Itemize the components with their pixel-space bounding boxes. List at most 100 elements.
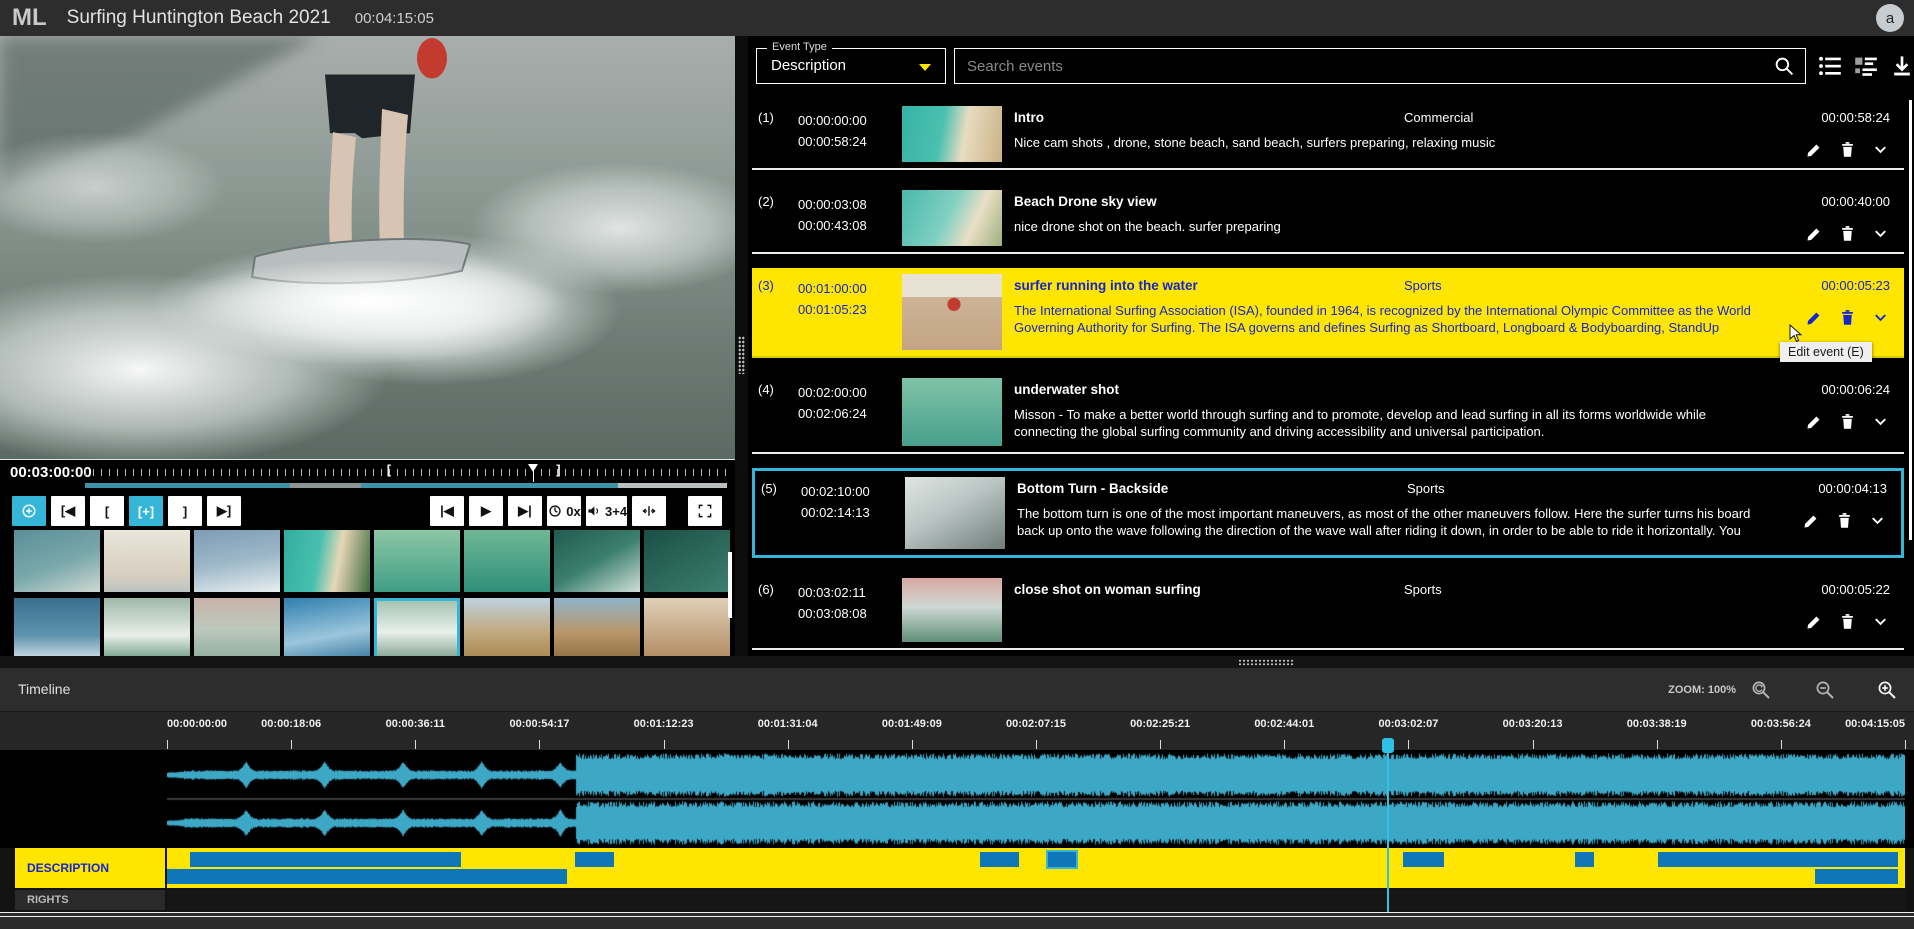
horizontal-splitter[interactable] <box>0 656 1914 668</box>
timeline-playhead[interactable] <box>1387 740 1389 912</box>
timeline-bottom-strip <box>0 912 1914 929</box>
filmstrip-thumbnail[interactable] <box>644 598 730 660</box>
out-point-marker[interactable]: ] <box>556 462 560 477</box>
edit-event-button[interactable] <box>1805 412 1824 431</box>
edit-event-button[interactable] <box>1805 308 1824 327</box>
filmstrip-thumbnail[interactable] <box>464 530 550 592</box>
event-row[interactable]: (1)00:00:00:0000:00:58:24Intro00:00:58:2… <box>752 100 1904 170</box>
speed-button[interactable]: 0x <box>547 496 581 526</box>
search-icon[interactable] <box>1774 56 1795 77</box>
filmstrip-scrollbar[interactable] <box>728 552 732 618</box>
filmstrip-thumbnail[interactable] <box>374 598 460 660</box>
delete-event-button[interactable] <box>1838 140 1857 159</box>
delete-event-button[interactable] <box>1838 412 1857 431</box>
progress-segment <box>290 483 361 488</box>
detail-view-icon[interactable] <box>1854 54 1878 78</box>
zoom-reset-icon[interactable] <box>1750 679 1772 701</box>
event-list-scrollbar[interactable] <box>1909 100 1912 540</box>
event-thumbnail[interactable] <box>902 274 1002 350</box>
timeline-event-segment[interactable] <box>1658 852 1898 867</box>
player-progress-bar[interactable] <box>85 483 727 488</box>
event-thumbnail[interactable] <box>902 378 1002 446</box>
expand-event-button[interactable] <box>1871 308 1890 327</box>
timeline-event-segment[interactable] <box>575 852 613 867</box>
search-input[interactable] <box>955 49 1805 83</box>
expand-event-button[interactable] <box>1871 140 1890 159</box>
set-out-button[interactable]: ] <box>168 496 202 526</box>
timeline-event-segment[interactable] <box>980 852 1018 867</box>
event-thumbnail[interactable] <box>902 578 1002 642</box>
audio-tracks-button[interactable]: 3+4 <box>586 496 627 526</box>
filmstrip-thumbnail[interactable] <box>14 530 100 592</box>
event-type-dropdown[interactable]: Event Type Description <box>756 48 946 84</box>
rights-track-row: RIGHTS <box>0 890 1914 910</box>
event-start-timecode: 00:01:00:00 <box>798 278 867 299</box>
timeline-ruler[interactable]: 00:00:00:0000:00:18:0600:00:36:1100:00:5… <box>0 712 1914 750</box>
filmstrip-thumbnail[interactable] <box>104 598 190 660</box>
event-category: Sports <box>1404 278 1442 293</box>
vertical-splitter[interactable] <box>735 36 748 656</box>
play-button[interactable]: ▶ <box>469 496 503 526</box>
video-viewport[interactable] <box>0 36 735 460</box>
filmstrip-thumbnail[interactable] <box>194 530 280 592</box>
edit-event-button[interactable] <box>1805 224 1824 243</box>
delete-event-button[interactable] <box>1838 308 1857 327</box>
event-row[interactable]: (3)00:01:00:0000:01:05:23surfer running … <box>752 268 1904 358</box>
filmstrip-thumbnail[interactable] <box>104 530 190 592</box>
event-row[interactable]: (4)00:02:00:0000:02:06:24underwater shot… <box>752 372 1904 454</box>
expand-event-button[interactable] <box>1871 224 1890 243</box>
audio-waveform[interactable] <box>167 751 1905 847</box>
filmstrip-thumbnail[interactable] <box>284 530 370 592</box>
event-thumbnail[interactable] <box>902 106 1002 162</box>
filmstrip-thumbnail[interactable] <box>644 530 730 592</box>
event-row[interactable]: (6)00:03:02:1100:03:08:08close shot on w… <box>752 572 1904 650</box>
edit-event-button[interactable] <box>1805 140 1824 159</box>
zoom-out-icon[interactable] <box>1814 679 1836 701</box>
timeline-event-segment[interactable] <box>1403 852 1445 867</box>
filmstrip-thumbnail[interactable] <box>554 530 640 592</box>
timeline-event-segment[interactable] <box>1815 869 1898 884</box>
filmstrip-thumbnail[interactable] <box>284 598 370 660</box>
delete-event-button[interactable] <box>1838 612 1857 631</box>
timeline-event-segment[interactable] <box>167 869 567 884</box>
timeline-event-segment[interactable] <box>1048 852 1076 867</box>
edit-event-button[interactable] <box>1805 612 1824 631</box>
timeline-event-segment[interactable] <box>190 852 461 867</box>
goto-out-button[interactable]: ▶] <box>207 496 241 526</box>
delete-event-button[interactable] <box>1838 224 1857 243</box>
description-track[interactable] <box>167 848 1905 888</box>
user-avatar[interactable]: a <box>1876 4 1904 32</box>
expand-event-button[interactable] <box>1871 412 1890 431</box>
edit-event-button[interactable] <box>1802 511 1821 530</box>
fullscreen-button[interactable] <box>688 496 722 526</box>
expand-event-button[interactable] <box>1868 511 1887 530</box>
event-row[interactable]: (5)00:02:10:0000:02:14:13Bottom Turn - B… <box>752 468 1904 558</box>
filmstrip-thumbnail[interactable] <box>464 598 550 660</box>
delete-event-button[interactable] <box>1835 511 1854 530</box>
timeline-event-segment[interactable] <box>1575 852 1594 867</box>
timeline-playhead-handle[interactable] <box>1382 738 1394 753</box>
goto-in-button[interactable]: [◀ <box>51 496 85 526</box>
rights-track[interactable] <box>167 890 1905 910</box>
in-point-marker[interactable]: [ <box>387 462 391 477</box>
prev-frame-button[interactable]: |◀ <box>430 496 464 526</box>
filmstrip-thumbnail[interactable] <box>554 598 640 660</box>
filmstrip-thumbnail[interactable] <box>14 598 100 660</box>
list-view-icon[interactable] <box>1818 54 1842 78</box>
event-actions <box>1805 308 1890 327</box>
player-tick-ruler[interactable]: [] <box>85 466 727 478</box>
download-icon[interactable] <box>1890 54 1914 78</box>
event-thumbnail[interactable] <box>902 190 1002 246</box>
expand-event-button[interactable] <box>1871 612 1890 631</box>
filmstrip-thumbnail[interactable] <box>194 598 280 660</box>
event-row[interactable]: (2)00:00:03:0800:00:43:08Beach Drone sky… <box>752 184 1904 254</box>
shuttle-button[interactable] <box>632 496 666 526</box>
filmstrip-thumbnail[interactable] <box>374 530 460 592</box>
event-thumbnail[interactable] <box>905 477 1005 549</box>
next-frame-button[interactable]: ▶| <box>508 496 542 526</box>
add-marker-button[interactable]: [+] <box>129 496 163 526</box>
set-in-button[interactable]: [ <box>90 496 124 526</box>
zoom-in-icon[interactable] <box>1876 679 1898 701</box>
event-end-timecode: 00:01:05:23 <box>798 299 867 320</box>
add-event-button[interactable] <box>12 496 46 526</box>
